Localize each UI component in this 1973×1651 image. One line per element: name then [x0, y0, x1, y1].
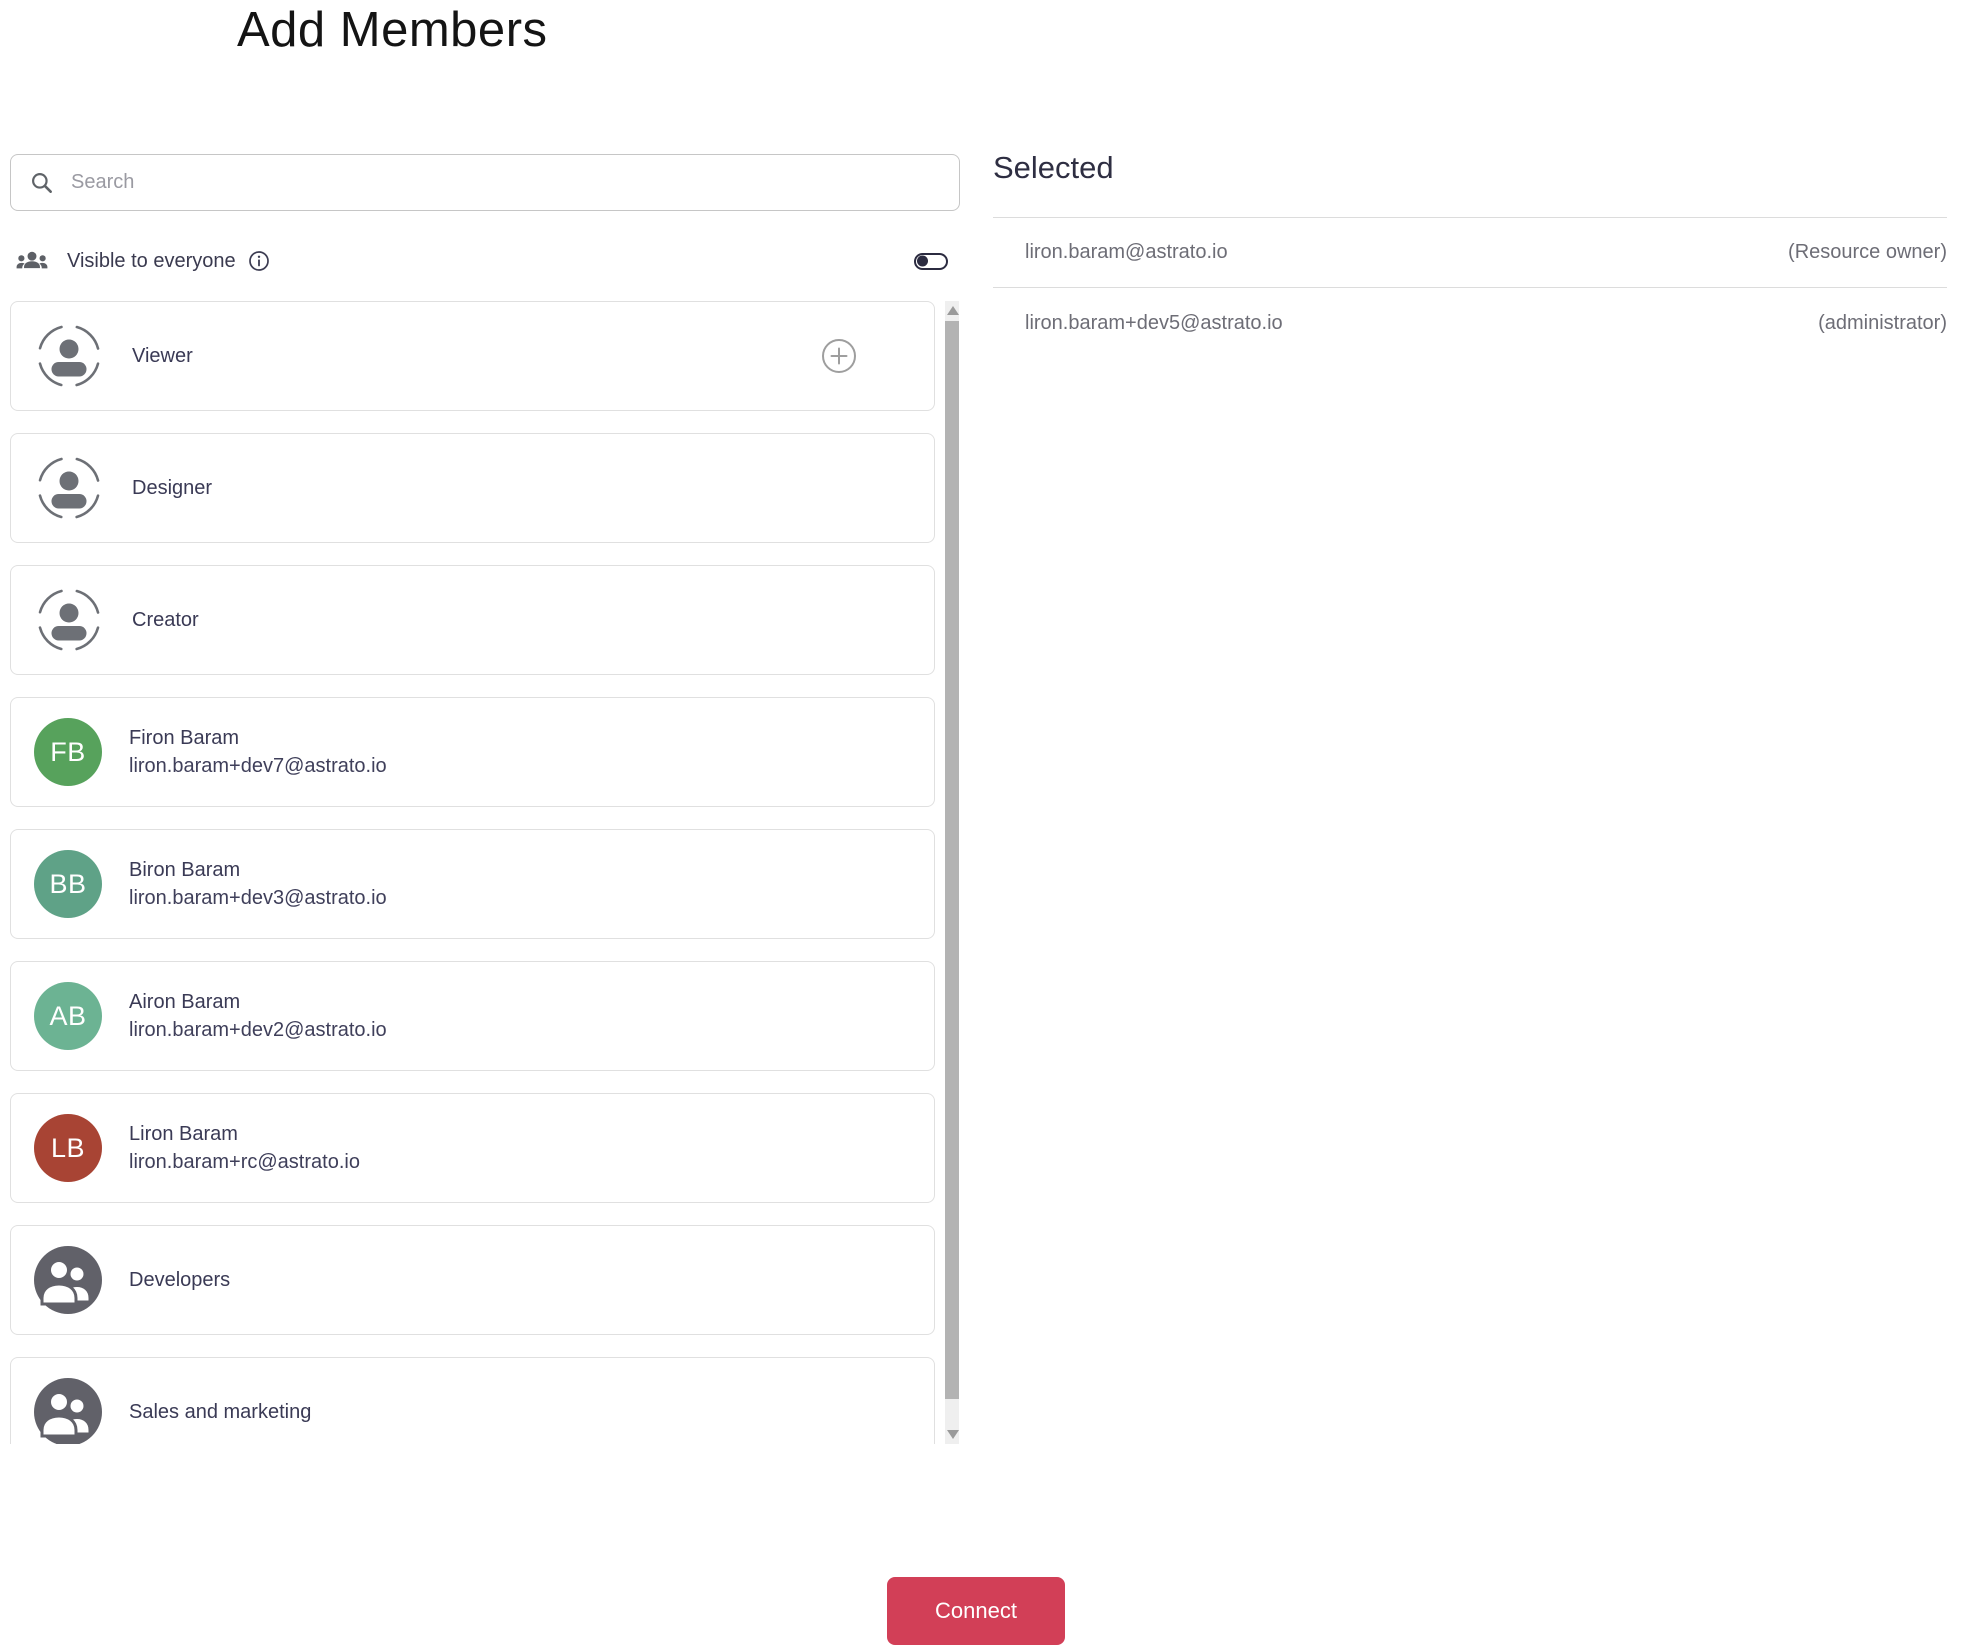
- list-item-group[interactable]: Sales and marketing: [10, 1357, 935, 1444]
- user-email: liron.baram+dev2@astrato.io: [129, 1018, 387, 1041]
- directory-panel: Visible to everyone Viewer: [10, 154, 960, 1444]
- selected-member-role: (Resource owner): [1788, 241, 1947, 263]
- search-icon: [29, 170, 55, 196]
- list-item-group[interactable]: Developers: [10, 1225, 935, 1335]
- role-icon: [37, 324, 101, 388]
- list-item-user[interactable]: BB Biron Baram liron.baram+dev3@astrato.…: [10, 829, 935, 939]
- scrollbar-thumb[interactable]: [945, 321, 959, 1399]
- avatar: BB: [34, 850, 102, 918]
- scrollbar[interactable]: [944, 301, 960, 1444]
- info-icon[interactable]: [248, 250, 270, 272]
- user-name: Firon Baram: [129, 726, 240, 749]
- selected-heading: Selected: [993, 150, 1114, 185]
- search-input[interactable]: [71, 171, 941, 194]
- avatar: FB: [34, 718, 102, 786]
- avatar: LB: [34, 1114, 102, 1182]
- list-item-role-creator[interactable]: Creator: [10, 565, 935, 675]
- member-list: Viewer Designer Creator FB Firon Baram l…: [10, 301, 960, 1444]
- user-email: liron.baram+dev3@astrato.io: [129, 886, 387, 909]
- selected-member-role: (administrator): [1818, 311, 1947, 334]
- role-label: Creator: [132, 608, 199, 631]
- add-members-dialog: Add Members Visible to everyone: [0, 0, 1973, 1651]
- connect-button[interactable]: Connect: [887, 1577, 1065, 1645]
- user-email: liron.baram+dev7@astrato.io: [129, 754, 387, 777]
- user-email: liron.baram+rc@astrato.io: [129, 1150, 360, 1173]
- list-item-role-viewer[interactable]: Viewer: [10, 301, 935, 411]
- scroll-up-icon[interactable]: [947, 306, 959, 315]
- visibility-row: Visible to everyone: [10, 244, 960, 278]
- add-member-button[interactable]: [821, 338, 857, 374]
- selected-member-email: liron.baram+dev5@astrato.io: [1025, 311, 1283, 334]
- scroll-down-icon[interactable]: [947, 1430, 959, 1439]
- page-title: Add Members: [237, 3, 548, 57]
- group-label: Sales and marketing: [129, 1400, 312, 1423]
- role-label: Viewer: [132, 344, 193, 367]
- avatar: AB: [34, 982, 102, 1050]
- selected-list: liron.baram@astrato.io (Resource owner) …: [993, 217, 1947, 358]
- role-label: Designer: [132, 476, 213, 499]
- selected-member-row: liron.baram@astrato.io (Resource owner): [993, 218, 1947, 288]
- groups-icon: [15, 244, 49, 278]
- selected-member-row: liron.baram+dev5@astrato.io (administrat…: [993, 288, 1947, 358]
- selected-member-email: liron.baram@astrato.io: [1025, 241, 1228, 263]
- toggle-knob: [917, 255, 928, 267]
- user-name: Airon Baram: [129, 990, 241, 1013]
- visibility-label: Visible to everyone: [67, 249, 236, 272]
- list-item-user[interactable]: LB Liron Baram liron.baram+rc@astrato.io: [10, 1093, 935, 1203]
- group-label: Developers: [129, 1268, 231, 1291]
- list-item-user[interactable]: AB Airon Baram liron.baram+dev2@astrato.…: [10, 961, 935, 1071]
- group-avatar-icon: [34, 1246, 102, 1314]
- user-name: Biron Baram: [129, 858, 241, 881]
- search-box: [10, 154, 960, 211]
- role-icon: [37, 588, 101, 652]
- user-name: Liron Baram: [129, 1122, 238, 1145]
- list-item-user[interactable]: FB Firon Baram liron.baram+dev7@astrato.…: [10, 697, 935, 807]
- visibility-toggle[interactable]: [914, 252, 948, 270]
- selected-panel: Selected liron.baram@astrato.io (Resourc…: [993, 150, 1947, 358]
- group-avatar-icon: [34, 1378, 102, 1444]
- list-item-role-designer[interactable]: Designer: [10, 433, 935, 543]
- role-icon: [37, 456, 101, 520]
